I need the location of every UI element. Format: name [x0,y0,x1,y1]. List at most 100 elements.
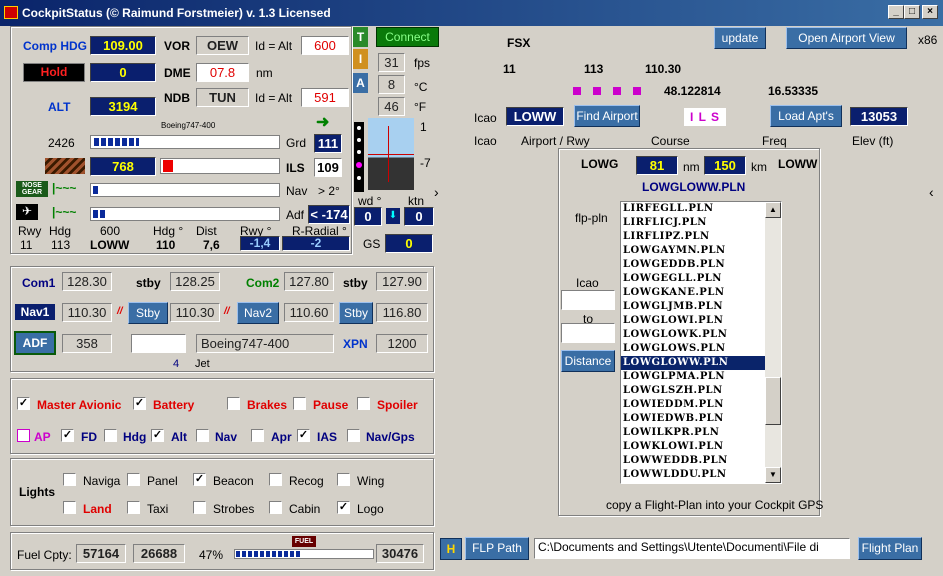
to-icao: LOWW [778,157,818,171]
flight-plan-file-item[interactable]: LOWGEDDB.PLN [621,258,781,272]
fahrenheit-value: 46 [378,97,405,116]
list-scrollbar[interactable]: ▲ ▼ [765,202,781,483]
alt-checkbox[interactable]: ✓ [151,429,164,442]
cabin-checkbox[interactable] [269,501,282,514]
load-apts-button[interactable]: Load Apt's [770,105,842,127]
flight-plan-file-item[interactable]: LOWIEDDM.PLN [621,398,781,412]
adf-wave-icon: |~~~ [52,205,77,219]
scroll-up-icon[interactable]: ▲ [765,202,781,218]
swap-icon-2[interactable]: // [224,306,230,317]
flight-plan-file-item[interactable]: LOWGLSZH.PLN [621,384,781,398]
master-avionic-label: Master Avionic [37,398,122,412]
ias-checkbox[interactable]: ✓ [297,429,310,442]
flight-plan-file-item[interactable]: LOWGLOWW.PLN [621,356,781,370]
land-checkbox[interactable] [63,501,76,514]
logo-checkbox[interactable]: ✓ [337,501,350,514]
flight-plan-list[interactable]: LIRFEGLL.PLN LIRFLICJ.PLN LIRFLIPZ.PLN LOWG… [620,201,782,484]
flight-plan-file-item[interactable]: LOWKLOWI.PLN [621,440,781,454]
open-airport-view-button[interactable]: Open Airport View [786,27,907,49]
fahrenheit-label: °F [414,100,427,114]
stby2-label: stby [343,276,368,290]
flp-path-button[interactable]: FLP Path [465,537,529,560]
adf-button[interactable]: ADF [14,331,56,355]
nav-checkbox[interactable] [196,429,209,442]
panel-checkbox[interactable] [127,473,140,486]
chevron-left-icon[interactable]: ‹ [929,184,934,200]
grd-value: 111 [314,134,342,153]
fuel-capacity: 57164 [76,544,126,563]
nav-label: Nav [286,184,308,198]
minimize-button[interactable]: _ [888,5,904,19]
flight-plan-file-item[interactable]: LOWGKANE.PLN [621,286,781,300]
flight-plan-file-item[interactable]: LIRFEGLL.PLN [621,202,781,216]
swap-icon[interactable]: // [117,306,123,317]
flight-plan-file-item[interactable]: LOWGAYMN.PLN [621,244,781,258]
icao-to-input[interactable] [561,323,615,343]
flight-plan-file-item[interactable]: LOWGLOWI.PLN [621,314,781,328]
maximize-button[interactable]: □ [904,5,920,19]
adf-input[interactable] [131,334,186,353]
distance-button[interactable]: Distance [561,350,615,372]
hdg-checkbox[interactable] [104,429,117,442]
hdr-600: 600 [100,224,121,238]
chevron-right-icon[interactable]: › [434,184,439,200]
flight-plan-file-item[interactable]: LOWILKPR.PLN [621,426,781,440]
flight-plan-file-item[interactable]: LIRFLIPZ.PLN [621,230,781,244]
battery-checkbox[interactable]: ✓ [133,397,146,410]
flight-plan-file-item[interactable]: LOWGLPMA.PLN [621,370,781,384]
nav1-stby-button[interactable]: Stby [128,302,168,324]
spoiler-checkbox[interactable] [357,397,370,410]
nav2-button[interactable]: Nav2 [237,302,279,324]
flight-plan-file-item[interactable]: LIRFLICJ.PLN [621,216,781,230]
flight-plan-file-item[interactable]: LOWGEGLL.PLN [621,272,781,286]
beacon-checkbox[interactable]: ✓ [193,473,206,486]
flight-plan-file-item[interactable]: LOWWEDDB.PLN [621,454,781,468]
wing-checkbox[interactable] [337,473,350,486]
master-avionic-checkbox[interactable]: ✓ [17,397,30,410]
i-indicator[interactable]: I [353,49,368,69]
apr-checkbox[interactable] [251,429,264,442]
flight-plan-file-item[interactable]: LOWGLJMB.PLN [621,300,781,314]
wd-value: 0 [354,207,382,226]
scroll-down-icon[interactable]: ▼ [765,467,781,483]
alt-label-ap: Alt [171,430,187,444]
brakes-checkbox[interactable] [227,397,240,410]
naviga-checkbox[interactable] [63,473,76,486]
t-indicator[interactable]: T [353,27,368,47]
fd-checkbox[interactable]: ✓ [61,429,74,442]
nav1-label: Nav1 [15,304,55,320]
icao-input[interactable]: LOWW [506,107,564,126]
find-airport-button[interactable]: Find Airport [574,105,640,127]
hold-indicator[interactable]: Hold [23,63,85,82]
nose-gear-indicator: NOSE GEAR [16,181,48,197]
elevation-value: 13053 [850,107,908,126]
taxi-checkbox[interactable] [127,501,140,514]
update-button[interactable]: update [714,27,766,49]
ap-checkbox[interactable] [17,429,30,442]
flight-plan-file-item[interactable]: LOWGLOWS.PLN [621,342,781,356]
flight-plan-button[interactable]: Flight Plan [858,537,922,560]
h-button[interactable]: H [440,538,462,560]
ndb-label: NDB [164,91,190,105]
nav-gps-checkbox[interactable] [347,429,360,442]
vor-id-alt: Id = Alt [255,39,293,53]
km-label: km [751,160,767,174]
cabin-label: Cabin [289,502,321,516]
flight-plan-file-item[interactable]: LOWWLDDU.PLN [621,468,781,482]
close-button[interactable]: × [922,5,938,19]
nav2-stby-button[interactable]: Stby [339,302,373,324]
connect-button[interactable]: Connect [376,27,439,47]
hdg-label: Hdg [123,430,147,444]
icao-from-input[interactable] [561,290,615,310]
flp-path-input[interactable]: C:\Documents and Settings\Utente\Documen… [534,538,850,559]
recog-checkbox[interactable] [269,473,282,486]
strobes-checkbox[interactable] [193,501,206,514]
flight-plan-file-item[interactable]: LOWIEDWB.PLN [621,412,781,426]
pause-checkbox[interactable] [293,397,306,410]
scroll-thumb[interactable] [765,377,781,425]
strobes-label: Strobes [213,502,255,516]
flight-plan-file-item[interactable]: LOWGLOWK.PLN [621,328,781,342]
a-indicator[interactable]: A [353,73,368,93]
celsius-value: 8 [378,75,405,94]
nose-gear-wave-icon: |~~~ [52,181,77,195]
